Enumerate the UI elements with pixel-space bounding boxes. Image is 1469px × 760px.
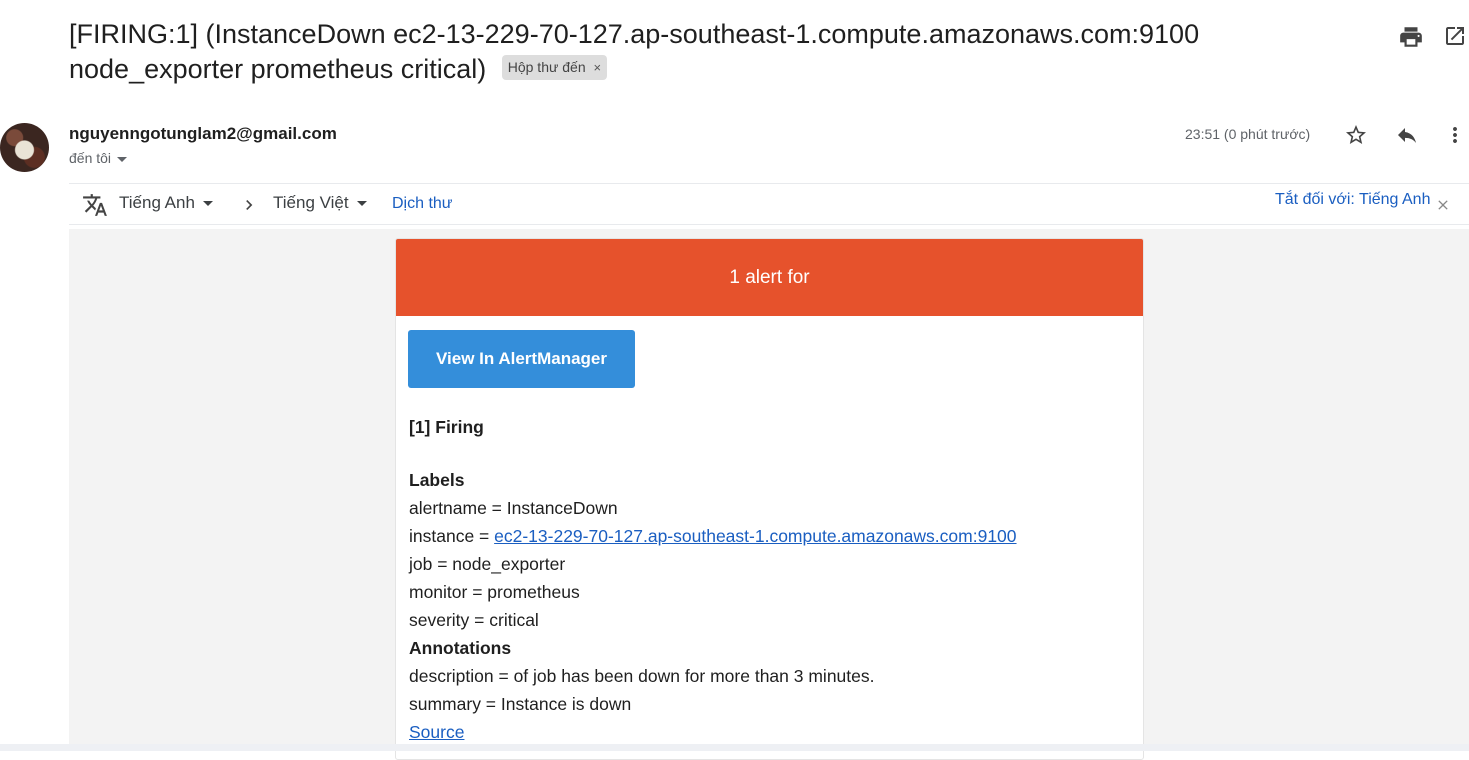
labels-title: Labels — [409, 470, 465, 490]
more-vert-icon[interactable] — [1443, 123, 1469, 149]
print-icon[interactable] — [1398, 24, 1424, 50]
source-language-label: Tiếng Anh — [119, 193, 195, 212]
reply-icon[interactable] — [1395, 123, 1421, 149]
source-language-select[interactable]: Tiếng Anh — [119, 193, 213, 213]
label-instance: instance = ec2-13-229-70-127.ap-southeas… — [409, 526, 1017, 547]
target-language-select[interactable]: Tiếng Việt — [273, 193, 367, 213]
label-instance-prefix: instance = — [409, 526, 495, 546]
annotations-title: Annotations — [409, 638, 512, 658]
star-icon[interactable] — [1344, 123, 1370, 149]
translate-icon — [82, 192, 108, 223]
sender-email[interactable]: nguyenngotunglam2@gmail.com — [69, 124, 337, 144]
annotation-summary: summary = Instance is down — [409, 694, 632, 714]
source-link[interactable]: Source — [409, 722, 464, 743]
firing-title: [1] Firing — [409, 417, 484, 437]
target-language-label: Tiếng Việt — [273, 193, 349, 212]
recipient-label: đến tôi — [69, 150, 112, 166]
label-severity: severity = critical — [409, 610, 539, 630]
bottom-strip — [0, 744, 1469, 751]
label-job: job = node_exporter — [409, 554, 566, 574]
remove-label-icon[interactable]: × — [594, 60, 602, 75]
close-icon[interactable] — [1435, 197, 1451, 218]
alert-card: 1 alert for View In AlertManager [1] Fir… — [395, 238, 1144, 760]
chevron-right-icon — [239, 194, 259, 221]
label-monitor: monitor = prometheus — [409, 582, 580, 602]
alert-header: 1 alert for — [396, 239, 1143, 316]
open-in-new-window-icon[interactable] — [1443, 24, 1469, 50]
annotation-description: description = of job has been down for m… — [409, 666, 875, 686]
view-in-alertmanager-button[interactable]: View In AlertManager — [408, 330, 635, 388]
email-body: 1 alert for View In AlertManager [1] Fir… — [69, 229, 1469, 760]
recipient-dropdown[interactable]: đến tôi — [69, 150, 128, 166]
translate-bar: Tiếng Anh Tiếng Việt Dịch thư Tắt đối vớ… — [69, 184, 1469, 224]
chevron-down-icon — [202, 201, 213, 207]
label-alertname: alertname = InstanceDown — [409, 498, 618, 518]
email-subject: [FIRING:1] (InstanceDown ec2-13-229-70-1… — [69, 17, 1269, 87]
chevron-down-icon — [117, 156, 128, 162]
inbox-label-text: Hộp thư đến — [507, 59, 586, 76]
turn-off-translation-link[interactable]: Tắt đối với: Tiếng Anh — [1275, 191, 1430, 209]
divider — [69, 224, 1469, 225]
inbox-label-chip[interactable]: Hộp thư đến × — [501, 55, 608, 81]
subject-text: [FIRING:1] (InstanceDown ec2-13-229-70-1… — [69, 19, 1200, 84]
sender-avatar[interactable] — [0, 123, 49, 172]
chevron-down-icon — [356, 201, 367, 207]
translate-message-link[interactable]: Dịch thư — [392, 195, 453, 213]
message-time: 23:51 (0 phút trước) — [1185, 126, 1311, 142]
instance-link[interactable]: ec2-13-229-70-127.ap-southeast-1.compute… — [494, 526, 1016, 546]
